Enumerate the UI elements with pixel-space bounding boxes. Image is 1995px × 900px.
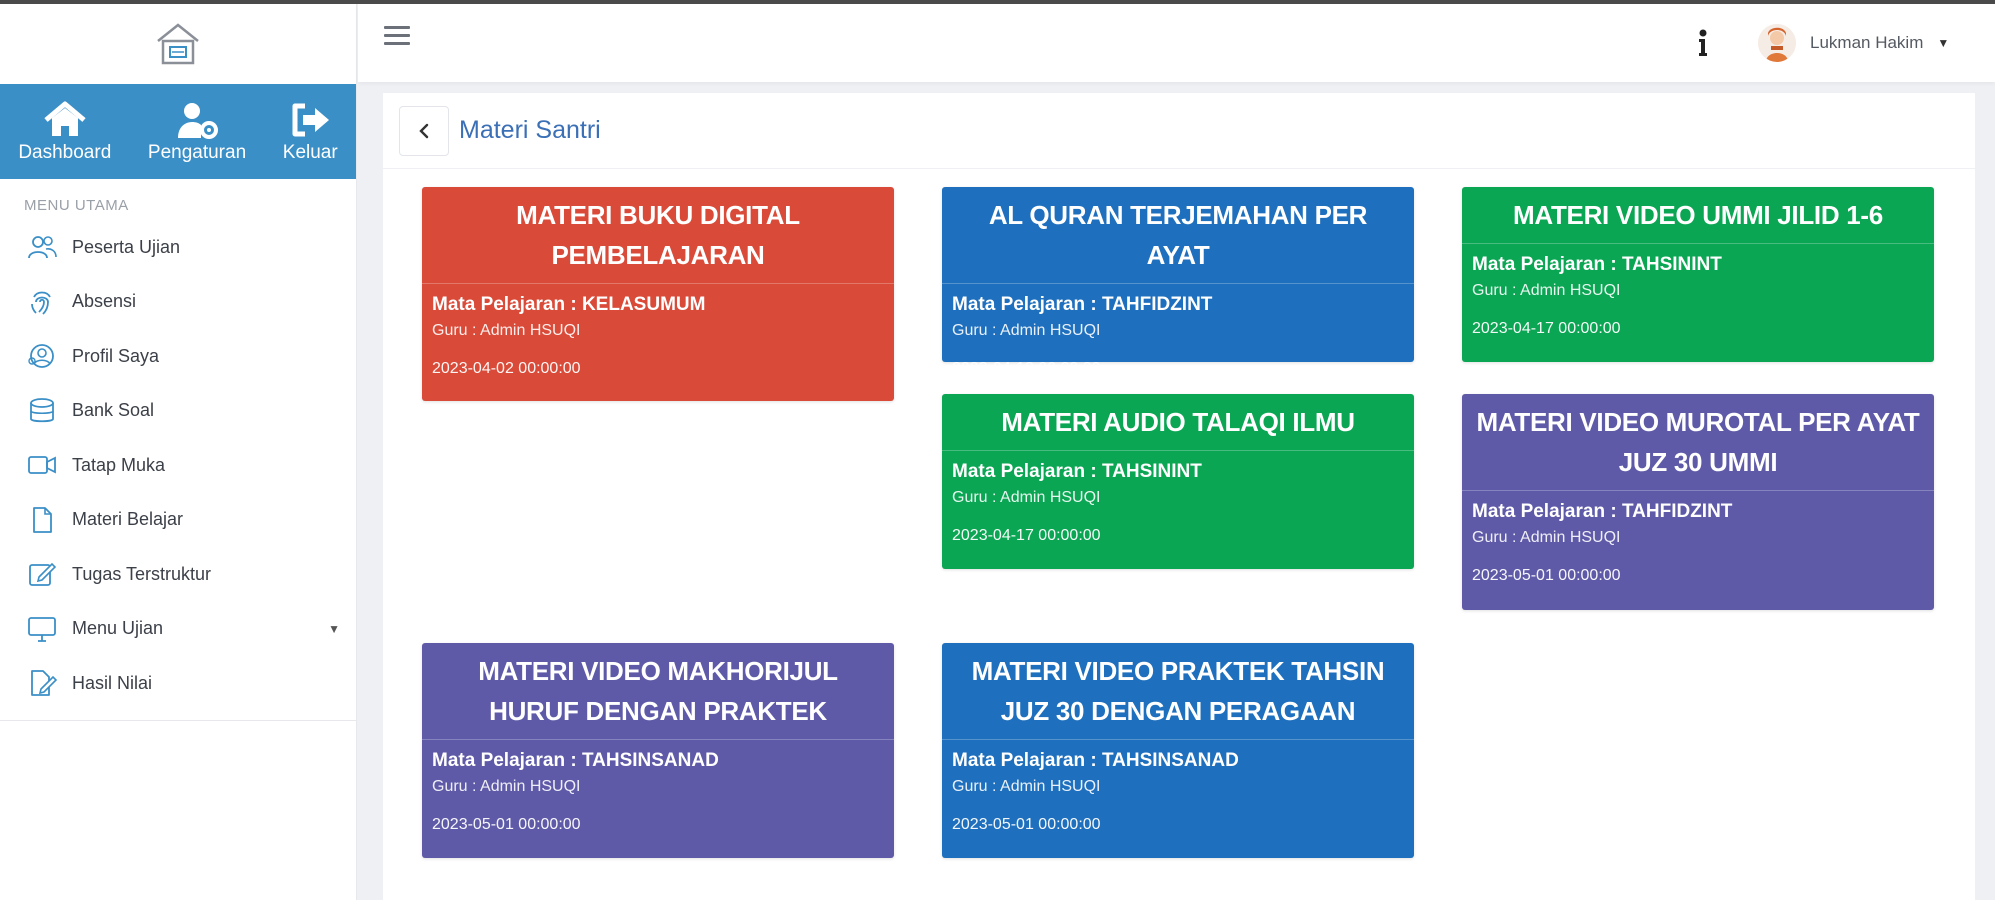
sidebar-item-bank-soal[interactable]: Bank Soal (0, 384, 356, 439)
material-date: 2023-04-17 00:00:00 (952, 527, 1101, 544)
material-teacher: Guru : Admin HSUQI (952, 322, 1101, 339)
material-card[interactable]: MATERI VIDEO MAKHORIJUL HURUF DENGAN PRA… (422, 643, 894, 858)
material-date: 2023-05-01 00:00:00 (1472, 567, 1621, 584)
file-icon (33, 506, 52, 533)
page-title: Materi Santri (459, 116, 601, 144)
material-title: MATERI VIDEO MUROTAL PER AYAT JUZ 30 UMM… (1476, 407, 1920, 477)
chevron-down-icon: ▼ (1937, 36, 1950, 50)
sidebar-item-label: Profil Saya (72, 345, 160, 366)
info-icon[interactable] (1696, 28, 1710, 58)
page-header: Materi Santri (383, 93, 1975, 169)
video-icon (28, 456, 56, 475)
sidebar-item-materi-belajar[interactable]: Materi Belajar (0, 493, 356, 548)
sidebar-item-label: Hasil Nilai (72, 672, 153, 693)
brand-area (0, 4, 356, 84)
material-title: MATERI VIDEO PRAKTEK TAHSIN JUZ 30 DENGA… (971, 656, 1385, 726)
monitor-icon (28, 616, 56, 642)
main-panel: Materi Santri MATERI BUKU DIGITAL PEMBEL… (383, 93, 1975, 900)
settings-label: Pengaturan (147, 141, 247, 163)
topbar: Lukman Hakim ▼ (358, 4, 1995, 82)
school-logo-icon[interactable] (152, 21, 204, 67)
hamburger-menu-icon[interactable] (384, 26, 410, 48)
back-button[interactable] (399, 105, 449, 156)
user-name: Lukman Hakim (1810, 33, 1924, 52)
material-teacher: Guru : Admin HSUQI (432, 778, 581, 795)
sidebar-divider (0, 711, 356, 721)
fingerprint-icon (31, 291, 51, 315)
material-card[interactable]: MATERI AUDIO TALAQI ILMU Mata Pelajaran … (942, 394, 1414, 569)
users-icon (28, 236, 57, 259)
file-edit-icon (31, 670, 58, 697)
material-title: AL QURAN TERJEMAHAN PER AYAT (988, 200, 1368, 270)
material-date: 2023-05-01 00:00:00 (432, 816, 581, 833)
sidebar-item-label: Absensi (72, 291, 137, 312)
sidebar-item-label: Materi Belajar (72, 509, 184, 530)
sidebar-item-label: Menu Ujian (72, 618, 164, 639)
sidebar-item-tatap-muka[interactable]: Tatap Muka (0, 438, 356, 493)
sidebar-item-menu-ujian[interactable]: Menu Ujian ▼ (0, 602, 356, 657)
material-teacher: Guru : Admin HSUQI (1472, 282, 1621, 299)
quick-links-bar: Dashboard Pengaturan Keluar (0, 84, 356, 179)
database-icon (30, 397, 54, 422)
user-menu[interactable]: Lukman Hakim ▼ (1758, 24, 1949, 62)
sidebar-item-absensi[interactable]: Absensi (0, 275, 356, 330)
material-teacher: Guru : Admin HSUQI (952, 778, 1101, 795)
sidebar-item-profil-saya[interactable]: Profil Saya (0, 329, 356, 384)
material-subject: Mata Pelajaran : TAHSINSANAD (942, 739, 1414, 772)
sidebar-item-tugas-terstruktur[interactable]: Tugas Terstruktur (0, 547, 356, 602)
material-date: 2023-04-17 00:00:00 (1472, 320, 1621, 337)
logout-icon (292, 103, 330, 136)
chevron-down-icon: ▼ (328, 621, 340, 636)
material-subject: Mata Pelajaran : KELASUMUM (422, 283, 894, 316)
material-teacher: Guru : Admin HSUQI (1472, 529, 1621, 546)
sidebar-item-label: Tatap Muka (72, 454, 166, 475)
material-card[interactable]: MATERI VIDEO UMMI JILID 1-6 Mata Pelajar… (1462, 187, 1934, 362)
material-date: 2023-04-12 00:00:00 (952, 360, 1101, 377)
edit-icon (29, 563, 57, 587)
material-title: MATERI VIDEO MAKHORIJUL HURUF DENGAN PRA… (478, 656, 838, 726)
profile-icon (28, 344, 54, 369)
sidebar: Dashboard Pengaturan Keluar MENU UTAMA P… (0, 4, 357, 900)
material-date: 2023-04-02 00:00:00 (432, 360, 581, 377)
sidebar-item-label: Tugas Terstruktur (72, 563, 212, 584)
user-gear-icon (178, 102, 219, 139)
material-card[interactable]: MATERI VIDEO MUROTAL PER AYAT JUZ 30 UMM… (1462, 394, 1934, 610)
dashboard-link[interactable]: Dashboard (18, 100, 111, 164)
sidebar-item-hasil-nilai[interactable]: Hasil Nilai (0, 656, 356, 711)
material-card[interactable]: AL QURAN TERJEMAHAN PER AYAT Mata Pelaja… (942, 187, 1414, 377)
sidebar-item-label: Peserta Ujian (72, 236, 181, 257)
settings-link[interactable]: Pengaturan (148, 100, 246, 164)
material-teacher: Guru : Admin HSUQI (432, 322, 581, 339)
material-title: MATERI AUDIO TALAQI ILMU (1001, 407, 1355, 437)
material-subject: Mata Pelajaran : TAHSINSANAD (422, 739, 894, 772)
material-subject: Mata Pelajaran : TAHFIDZINT (1462, 490, 1934, 523)
material-card[interactable]: MATERI VIDEO PRAKTEK TAHSIN JUZ 30 DENGA… (942, 643, 1414, 858)
menu-header: MENU UTAMA (24, 197, 129, 214)
avatar (1758, 24, 1796, 62)
logout-label: Keluar (282, 141, 338, 163)
material-date: 2023-05-01 00:00:00 (952, 816, 1101, 833)
logout-link[interactable]: Keluar (283, 100, 338, 164)
home-icon (44, 101, 86, 136)
material-title: MATERI BUKU DIGITAL PEMBELAJARAN (516, 200, 800, 270)
sidebar-item-label: Bank Soal (72, 400, 155, 421)
material-teacher: Guru : Admin HSUQI (952, 489, 1101, 506)
material-subject: Mata Pelajaran : TAHFIDZINT (942, 283, 1414, 316)
material-card[interactable]: MATERI BUKU DIGITAL PEMBELAJARAN Mata Pe… (422, 187, 894, 401)
material-subject: Mata Pelajaran : TAHSININT (942, 450, 1414, 483)
chevron-left-icon (419, 123, 429, 138)
material-title: MATERI VIDEO UMMI JILID 1-6 (1513, 200, 1883, 230)
material-subject: Mata Pelajaran : TAHSININT (1462, 243, 1934, 276)
sidebar-item-peserta-ujian[interactable]: Peserta Ujian (0, 220, 356, 275)
dashboard-label: Dashboard (18, 141, 112, 163)
